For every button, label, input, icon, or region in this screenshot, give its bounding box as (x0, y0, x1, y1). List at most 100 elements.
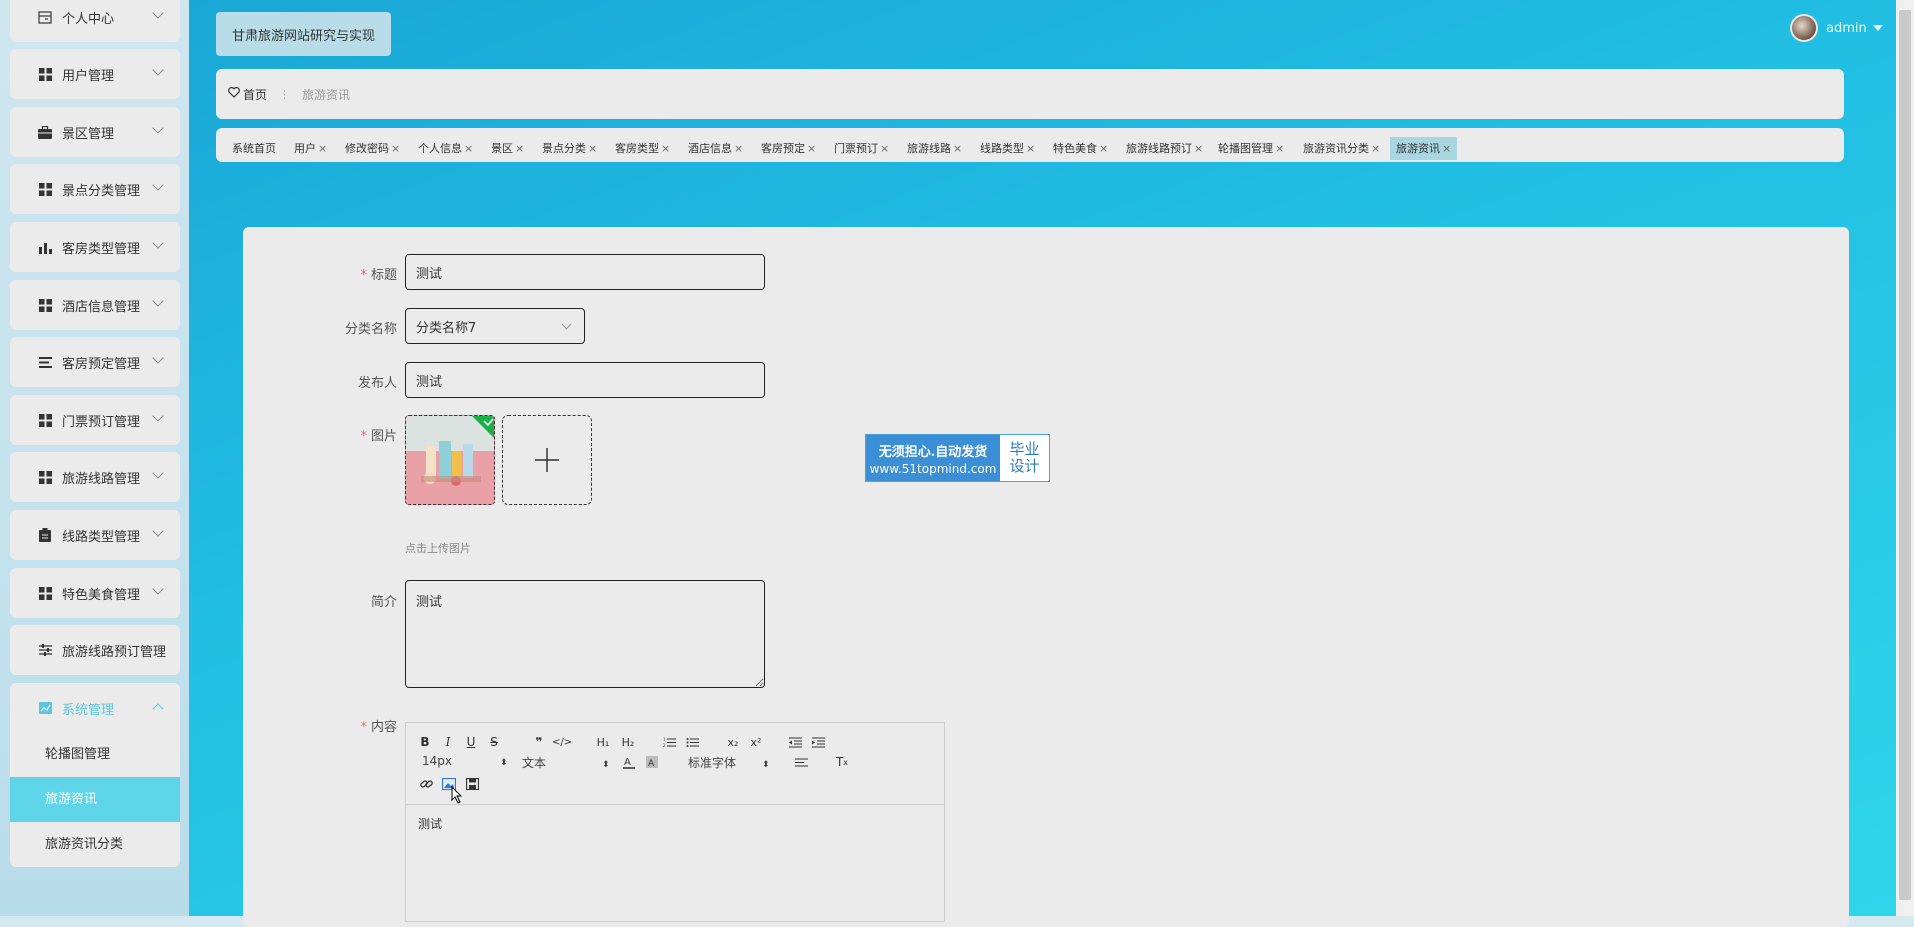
close-icon[interactable]: × (318, 142, 327, 155)
underline-icon[interactable]: U (462, 733, 480, 751)
tab-ticket-booking[interactable]: 门票预订 × (834, 137, 889, 160)
font-family-picker[interactable]: 标准字体 ⬍ (688, 754, 770, 771)
tab-home[interactable]: 系统首页 (232, 137, 276, 160)
link-icon[interactable] (417, 775, 435, 793)
close-icon[interactable]: × (1026, 142, 1035, 155)
tab-route-type[interactable]: 线路类型 × (980, 137, 1035, 160)
header-1-icon[interactable]: H₁ (594, 733, 612, 751)
outdent-icon[interactable] (786, 733, 804, 751)
sidebar-item-ticket[interactable]: 门票预订管理 (10, 395, 180, 445)
submenu-item-carousel[interactable]: 轮播图管理 (10, 732, 180, 777)
sidebar-item-scenic[interactable]: 景区管理 (10, 107, 180, 157)
title-input[interactable] (405, 254, 765, 290)
tab-label: 特色美食 (1053, 142, 1097, 155)
sidebar-item-users[interactable]: 用户管理 (10, 49, 180, 99)
updown-icon: ⬍ (500, 758, 508, 768)
sidebar-item-route[interactable]: 旅游线路管理 (10, 452, 180, 502)
caret-down-icon[interactable] (1872, 25, 1883, 31)
code-block-icon[interactable]: </> (552, 733, 572, 751)
subscript-icon[interactable]: x₂ (724, 733, 742, 751)
username[interactable]: admin (1826, 21, 1867, 36)
close-icon[interactable]: × (1194, 142, 1203, 155)
scrollbar[interactable] (1896, 0, 1914, 916)
font-size-picker[interactable]: 14px ⬍ (422, 754, 508, 768)
sidebar-item-spot-category[interactable]: 景点分类管理 (10, 164, 180, 214)
close-icon[interactable]: × (734, 142, 743, 155)
tab-personal-info[interactable]: 个人信息 × (418, 137, 473, 160)
tab-change-password[interactable]: 修改密码 × (345, 137, 400, 160)
intro-textarea[interactable]: 测试 (405, 580, 765, 688)
header-2-icon[interactable]: H₂ (619, 733, 637, 751)
sidebar-item-route-booking[interactable]: 旅游线路预订管理 (10, 625, 180, 675)
italic-icon[interactable]: I (439, 733, 457, 751)
background-color-icon[interactable]: A (643, 753, 661, 771)
sidebar-item-label: 特色美食管理 (62, 587, 141, 603)
category-label: 分类名称 (344, 322, 397, 337)
upload-hint: 点击上传图片 (405, 542, 471, 555)
sidebar-item-system[interactable]: 系统管理 (10, 683, 180, 733)
tab-carousel[interactable]: 轮播图管理 × (1218, 137, 1284, 160)
close-icon[interactable]: × (464, 142, 473, 155)
align-icon[interactable] (792, 753, 810, 771)
sidebar-item-room-booking[interactable]: 客房预定管理 (10, 337, 180, 387)
bullet-list-icon[interactable] (683, 733, 701, 751)
indent-icon[interactable] (809, 733, 827, 751)
avatar[interactable] (1790, 14, 1818, 42)
sidebar-item-route-type[interactable]: 线路类型管理 (10, 510, 180, 560)
header-picker-value: 文本 (522, 756, 547, 770)
superscript-icon[interactable]: x² (747, 733, 765, 751)
bold-icon[interactable]: B (416, 733, 434, 751)
close-icon[interactable]: × (1442, 142, 1451, 155)
sidebar-item-room-type[interactable]: 客房类型管理 (10, 222, 180, 272)
tab-travel-news[interactable]: 旅游资讯 × (1390, 137, 1458, 160)
ordered-list-icon[interactable]: 12 (660, 733, 678, 751)
sidebar-item-label: 系统管理 (62, 702, 115, 718)
close-icon[interactable]: × (880, 142, 889, 155)
close-icon[interactable]: × (391, 142, 400, 155)
scrollbar-thumb[interactable] (1899, 10, 1911, 900)
breadcrumb-home[interactable]: 首页 (228, 86, 267, 103)
close-icon[interactable]: × (588, 142, 597, 155)
close-icon[interactable]: × (1099, 142, 1108, 155)
tab-user[interactable]: 用户 × (294, 137, 327, 160)
close-icon[interactable]: × (953, 142, 962, 155)
tab-hotel-info[interactable]: 酒店信息 × (688, 137, 743, 160)
tab-room-booking[interactable]: 客房预定 × (761, 137, 816, 160)
text-color-icon[interactable]: A (620, 753, 638, 771)
submenu-item-news-category[interactable]: 旅游资讯分类 (10, 822, 180, 867)
image-upload-button[interactable] (502, 415, 592, 505)
close-icon[interactable]: × (1275, 142, 1284, 155)
tab-scenic[interactable]: 景区 × (491, 137, 524, 160)
tab-label: 旅游线路 (907, 142, 951, 155)
tab-route-booking[interactable]: 旅游线路预订 × (1126, 137, 1203, 160)
publisher-input[interactable] (405, 362, 765, 398)
close-icon[interactable]: × (807, 142, 816, 155)
user-menu[interactable]: admin (1790, 14, 1883, 42)
sidebar-item-label: 客房预定管理 (62, 356, 141, 372)
header-picker[interactable]: 文本 ⬍ (522, 754, 610, 771)
tab-route[interactable]: 旅游线路 × (907, 137, 962, 160)
grid-icon (37, 181, 53, 197)
sidebar-item-hotel[interactable]: 酒店信息管理 (10, 280, 180, 330)
sidebar-item-personal-center[interactable]: 个人中心 (10, 0, 180, 42)
tab-spot-category[interactable]: 景点分类 × (542, 137, 597, 160)
svg-text:2: 2 (663, 743, 666, 748)
clear-format-icon[interactable]: Tx (833, 753, 851, 771)
tab-label: 旅游资讯 (1396, 142, 1440, 155)
close-icon[interactable]: × (515, 142, 524, 155)
uploaded-image-thumbnail[interactable] (405, 415, 495, 505)
editor-content[interactable]: 测试 (406, 805, 944, 842)
close-icon[interactable]: × (1371, 142, 1380, 155)
tab-room-type[interactable]: 客房类型 × (615, 137, 670, 160)
chevron-up-icon (152, 703, 164, 715)
submenu-item-travel-news[interactable]: 旅游资讯 (10, 777, 180, 822)
video-icon[interactable] (463, 775, 481, 793)
tab-news-category[interactable]: 旅游资讯分类 × (1303, 137, 1380, 160)
strikethrough-icon[interactable]: S (485, 733, 503, 751)
blockquote-icon[interactable]: ❞ (530, 733, 548, 751)
category-select[interactable]: 分类名称7 (405, 308, 585, 344)
tab-food[interactable]: 特色美食 × (1053, 137, 1108, 160)
sidebar-item-label: 景点分类管理 (62, 183, 141, 199)
close-icon[interactable]: × (661, 142, 670, 155)
sidebar-item-food[interactable]: 特色美食管理 (10, 568, 180, 618)
